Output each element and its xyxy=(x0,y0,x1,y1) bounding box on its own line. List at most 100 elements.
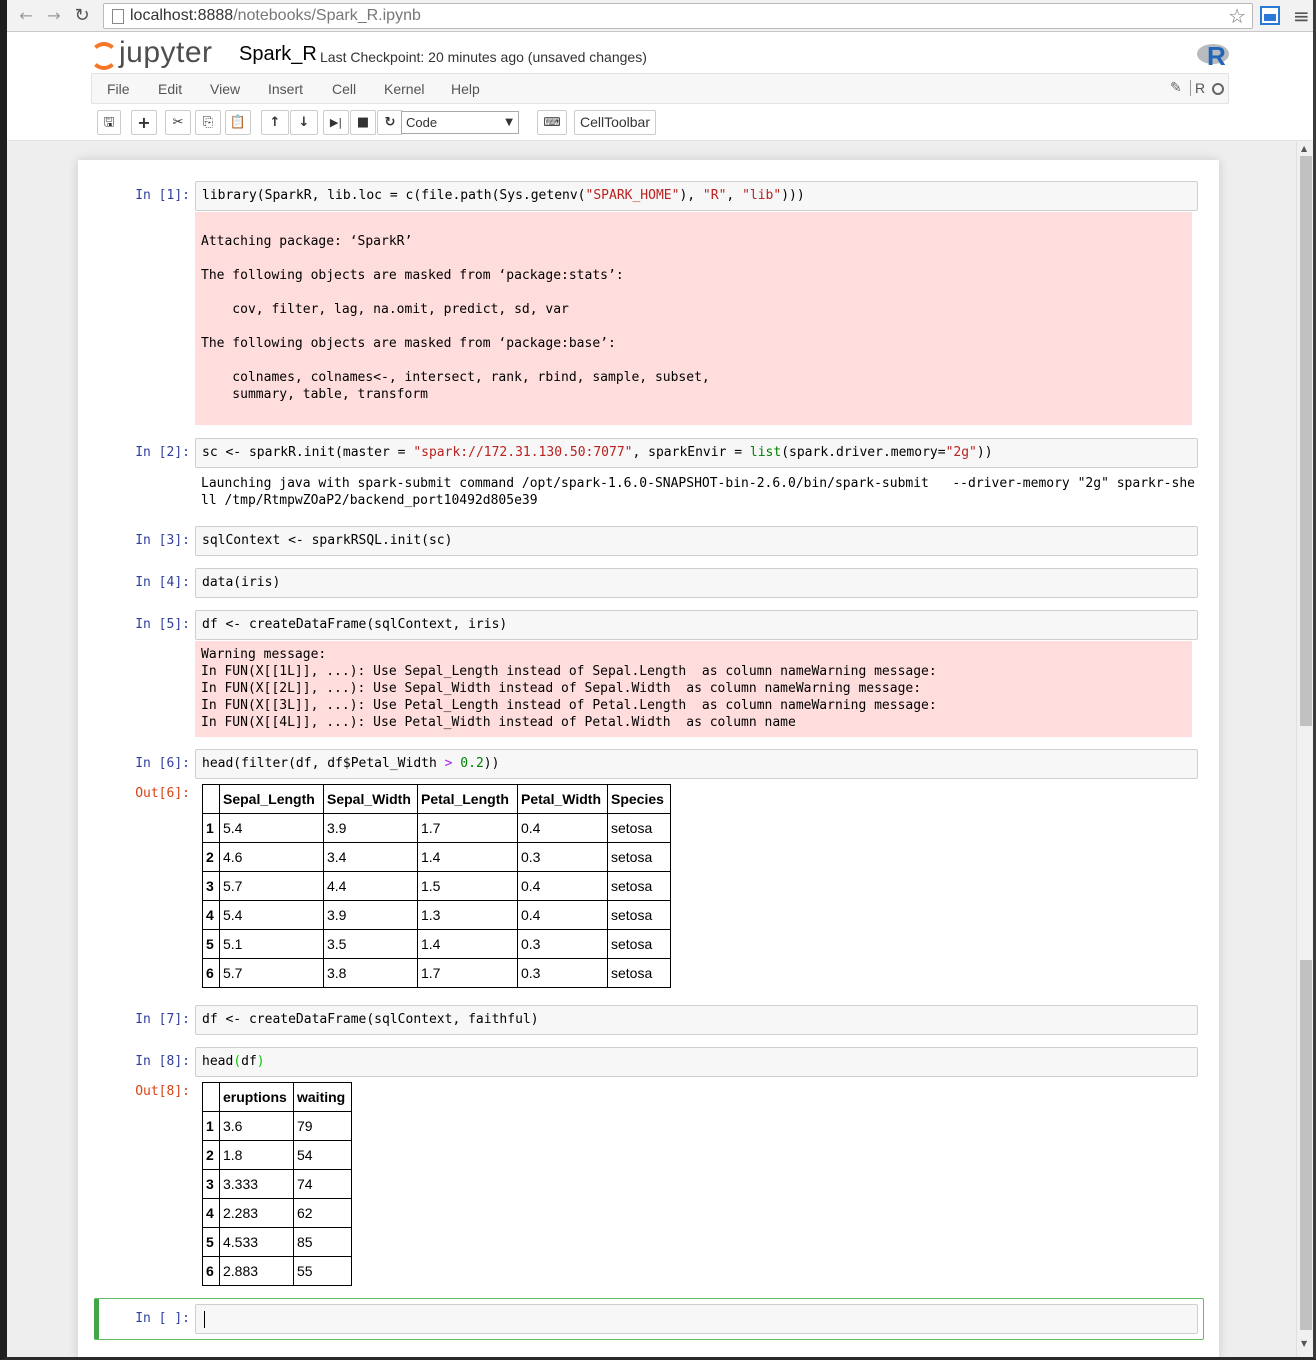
cell-6-prompt: In [6]: xyxy=(135,756,190,771)
iris-table-row: 1 5.4 3.9 1.7 0.4 setosa xyxy=(202,813,671,843)
kernel-idle-indicator-icon xyxy=(1212,83,1224,95)
faithful-table-row: 3 3.333 74 xyxy=(202,1169,352,1199)
iris-table-cell: 1.4 xyxy=(417,929,518,959)
menu-cell[interactable]: Cell xyxy=(332,81,356,97)
cell-8-prompt: In [8]: xyxy=(135,1054,190,1069)
move-down-icon[interactable]: ↓ xyxy=(290,110,318,135)
cell-8-input[interactable]: head(df) xyxy=(195,1047,1198,1077)
cell-4-input[interactable]: data(iris) xyxy=(195,568,1198,598)
page-scrollbar[interactable]: ▲ ▼ xyxy=(1296,142,1313,1357)
faithful-table-cell: 74 xyxy=(293,1169,352,1199)
cell-9-input[interactable] xyxy=(195,1304,1198,1334)
back-arrow-icon[interactable]: ← xyxy=(15,5,37,27)
cell-5-stderr: Warning message: In FUN(X[[1L]], ...): U… xyxy=(195,641,1192,737)
cell-3-input[interactable]: sqlContext <- sparkRSQL.init(sc) xyxy=(195,526,1198,556)
faithful-table-header-cell: eruptions xyxy=(219,1082,294,1112)
iris-table-cell: 1.7 xyxy=(417,813,518,843)
cell-2-stdout: Launching java with spark-submit command… xyxy=(201,476,1195,508)
iris-table-cell: 0.3 xyxy=(517,842,608,872)
url-path: /notebooks/Spark_R.ipynb xyxy=(233,7,421,24)
faithful-table-row: 2 1.8 54 xyxy=(202,1140,352,1170)
logo-text: jupyter xyxy=(119,36,213,69)
iris-table-header-cell: Petal_Length xyxy=(417,784,518,814)
faithful-table-cell: 2.883 xyxy=(219,1256,294,1286)
iris-table-cell: 1.5 xyxy=(417,871,518,901)
iris-table-cell: 5.4 xyxy=(219,813,324,843)
iris-table-row-index: 2 xyxy=(202,842,220,872)
copy-icon[interactable]: ⎘ xyxy=(195,110,221,135)
iris-table-cell: setosa xyxy=(607,871,671,901)
iris-table-header-cell: Petal_Width xyxy=(517,784,608,814)
menu-edit[interactable]: Edit xyxy=(158,81,182,97)
stop-icon[interactable]: ■ xyxy=(350,110,376,135)
menu-help[interactable]: Help xyxy=(451,81,480,97)
jupyter-logo[interactable]: jupyter xyxy=(89,36,213,70)
cell-2-input[interactable]: sc <- sparkR.init(master = "spark://172.… xyxy=(195,438,1198,468)
iris-table-header-cell: Sepal_Width xyxy=(323,784,418,814)
keyboard-icon[interactable]: ⌨ xyxy=(537,110,567,135)
celltoolbar-button[interactable]: CellToolbar xyxy=(574,110,656,135)
cell-9-prompt: In [ ]: xyxy=(135,1311,190,1326)
iris-table-cell: setosa xyxy=(607,842,671,872)
iris-table-cell: setosa xyxy=(607,958,671,988)
notebook-name[interactable]: Spark_R xyxy=(239,43,317,66)
cell-5-input[interactable]: df <- createDataFrame(sqlContext, iris) xyxy=(195,610,1198,640)
iris-table-header-cell xyxy=(202,784,220,814)
iris-table-cell: 3.4 xyxy=(323,842,418,872)
cell-4-prompt: In [4]: xyxy=(135,575,190,590)
restart-icon[interactable]: ↻ xyxy=(377,110,403,135)
faithful-table-row-index: 4 xyxy=(202,1198,220,1228)
notebook-header: jupyter Spark_R Last Checkpoint: 20 minu… xyxy=(7,33,1313,141)
menu-file[interactable]: File xyxy=(107,81,130,97)
reload-icon[interactable]: ↻ xyxy=(71,5,93,27)
iris-table-cell: 0.4 xyxy=(517,871,608,901)
iris-table-cell: 3.9 xyxy=(323,900,418,930)
extension-icon[interactable] xyxy=(1260,6,1280,25)
scrollbar-track-segment xyxy=(1300,960,1312,1330)
faithful-table-row-index: 1 xyxy=(202,1111,220,1141)
bookmark-star-icon[interactable]: ☆ xyxy=(1228,4,1246,28)
cut-icon[interactable]: ✂ xyxy=(165,110,191,135)
faithful-table-cell: 2.283 xyxy=(219,1198,294,1228)
menu-insert[interactable]: Insert xyxy=(268,81,303,97)
faithful-table-row-index: 5 xyxy=(202,1227,220,1257)
address-bar[interactable]: localhost:8888/notebooks/Spark_R.ipynb ☆ xyxy=(103,3,1253,29)
iris-table-cell: 1.4 xyxy=(417,842,518,872)
scroll-down-arrow-icon[interactable]: ▼ xyxy=(1301,1339,1307,1348)
checkpoint-status: Last Checkpoint: 20 minutes ago (unsaved… xyxy=(320,49,647,65)
iris-table-row: 6 5.7 3.8 1.7 0.3 setosa xyxy=(202,958,671,988)
faithful-table-row: 5 4.533 85 xyxy=(202,1227,352,1257)
faithful-table-row-index: 3 xyxy=(202,1169,220,1199)
run-icon[interactable]: ▶| xyxy=(323,110,349,135)
forward-arrow-icon[interactable]: → xyxy=(43,5,65,27)
move-up-icon[interactable]: ↑ xyxy=(261,110,289,135)
r-kernel-logo-icon: R xyxy=(1197,39,1233,71)
chevron-down-icon: ▼ xyxy=(505,117,513,128)
iris-table-cell: 0.4 xyxy=(517,813,608,843)
faithful-table-cell: 3.6 xyxy=(219,1111,294,1141)
scroll-up-arrow-icon[interactable]: ▲ xyxy=(1301,144,1307,153)
paste-icon[interactable]: 📋 xyxy=(225,110,251,135)
edit-mode-pencil-icon: ✎ xyxy=(1170,80,1182,96)
browser-menu-icon[interactable]: ≡ xyxy=(1293,4,1310,28)
cell-7-input[interactable]: df <- createDataFrame(sqlContext, faithf… xyxy=(195,1005,1198,1035)
menu-kernel[interactable]: Kernel xyxy=(384,81,424,97)
iris-table-header-cell: Sepal_Length xyxy=(219,784,324,814)
faithful-table-row: 1 3.6 79 xyxy=(202,1111,352,1141)
faithful-dataframe-table: eruptions waiting 1 3.6 79 2 1.8 54 3 3.333 74 4 2.… xyxy=(202,1082,352,1286)
iris-table-row: 4 5.4 3.9 1.3 0.4 setosa xyxy=(202,900,671,930)
menu-view[interactable]: View xyxy=(210,81,240,97)
browser-window: ← → ↻ localhost:8888/notebooks/Spark_R.i… xyxy=(0,0,1316,1360)
notebook-site: In [1]: library(SparkR, lib.loc = c(file… xyxy=(7,142,1296,1357)
cell-1-input[interactable]: library(SparkR, lib.loc = c(file.path(Sy… xyxy=(195,181,1198,211)
insert-cell-icon[interactable]: + xyxy=(131,110,157,135)
save-icon[interactable]: 🖫 xyxy=(97,110,121,135)
scrollbar-thumb[interactable] xyxy=(1300,156,1312,726)
iris-table-cell: 1.7 xyxy=(417,958,518,988)
faithful-table-cell: 79 xyxy=(293,1111,352,1141)
cell-6-input[interactable]: head(filter(df, df$Petal_Width > 0.2)) xyxy=(195,749,1198,779)
faithful-table-cell: 55 xyxy=(293,1256,352,1286)
iris-table-row: 3 5.7 4.4 1.5 0.4 setosa xyxy=(202,871,671,901)
iris-table-row-index: 4 xyxy=(202,900,220,930)
cell-type-select[interactable]: Code ▼ xyxy=(401,111,519,134)
